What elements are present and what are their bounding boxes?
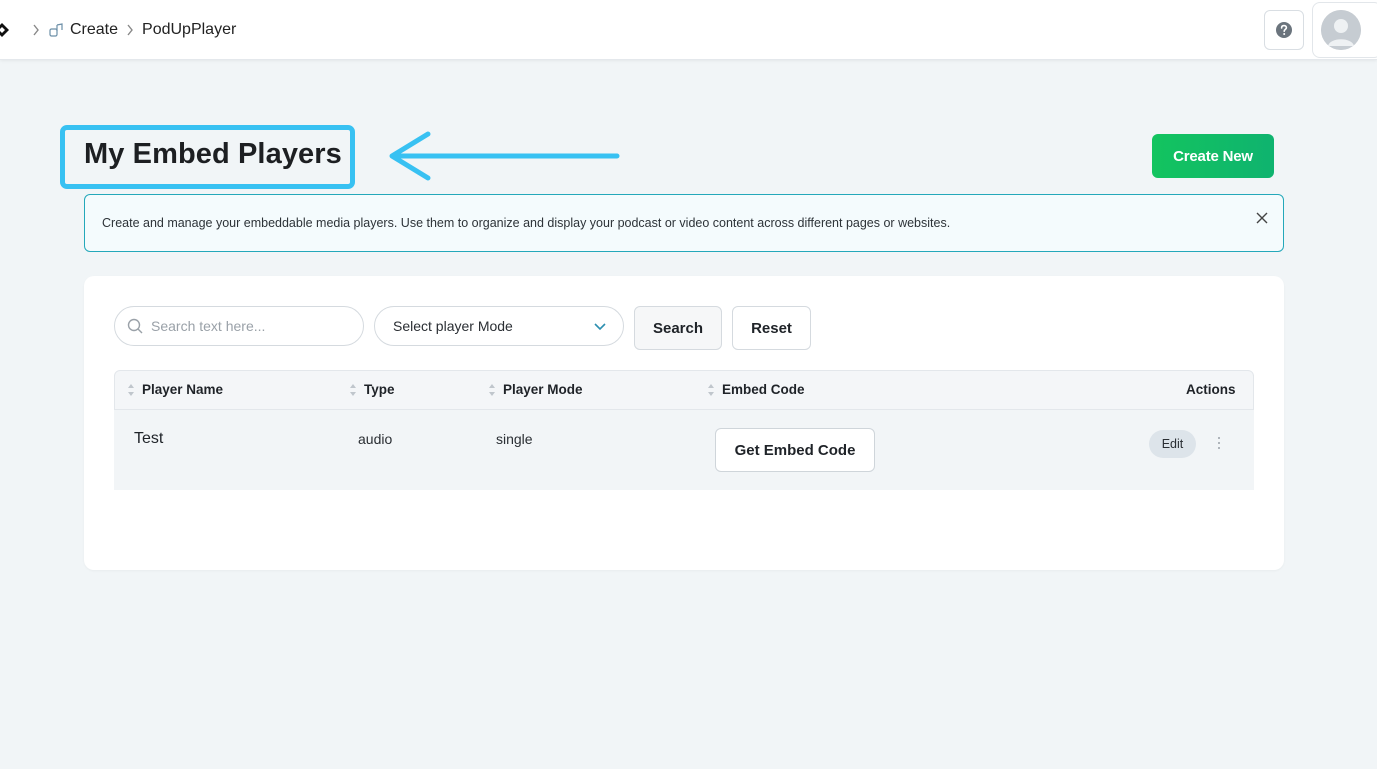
user-menu[interactable] bbox=[1312, 2, 1377, 58]
column-header-label: Player Name bbox=[142, 382, 224, 397]
user-avatar-icon[interactable] bbox=[1321, 10, 1361, 50]
sort-icon bbox=[708, 383, 714, 396]
column-header-type[interactable]: Type bbox=[349, 382, 395, 397]
search-button[interactable]: Search bbox=[634, 306, 722, 350]
edit-button[interactable]: Edit bbox=[1149, 430, 1196, 458]
column-header-player-name[interactable]: Player Name bbox=[127, 382, 223, 397]
sort-icon bbox=[350, 383, 356, 396]
close-icon[interactable] bbox=[1255, 211, 1269, 225]
chevron-right-icon bbox=[126, 24, 134, 36]
more-vertical-icon[interactable] bbox=[1214, 436, 1224, 450]
player-mode-select-value: Select player Mode bbox=[393, 318, 513, 334]
chevron-right-icon bbox=[32, 24, 40, 36]
search-field[interactable] bbox=[114, 306, 364, 346]
music-note-icon bbox=[48, 22, 64, 38]
sort-icon bbox=[128, 383, 134, 396]
column-header-actions: Actions bbox=[1186, 382, 1236, 397]
get-embed-code-button[interactable]: Get Embed Code bbox=[715, 428, 875, 472]
column-header-label: Embed Code bbox=[722, 382, 805, 397]
search-icon bbox=[127, 318, 143, 334]
table-row: Test audio single Get Embed Code Edit bbox=[114, 410, 1254, 490]
chevron-down-icon bbox=[594, 323, 606, 331]
breadcrumb-item-podupplayer: PodUpPlayer bbox=[142, 21, 237, 38]
column-header-label: Actions bbox=[1186, 382, 1236, 397]
table-header: Player Name Type Player Mode Embed Code … bbox=[114, 370, 1254, 410]
create-new-button[interactable]: Create New bbox=[1152, 134, 1274, 178]
breadcrumb-item-create[interactable]: Create bbox=[70, 21, 118, 39]
reset-button[interactable]: Reset bbox=[732, 306, 811, 350]
top-bar: Create PodUpPlayer bbox=[0, 0, 1377, 60]
question-circle-icon bbox=[1276, 22, 1292, 38]
info-banner: Create and manage your embeddable media … bbox=[84, 194, 1284, 252]
info-banner-text: Create and manage your embeddable media … bbox=[102, 216, 951, 230]
player-mode-select[interactable]: Select player Mode bbox=[374, 306, 624, 346]
page-title: My Embed Players bbox=[84, 138, 342, 170]
column-header-label: Player Mode bbox=[503, 382, 583, 397]
column-header-embed-code[interactable]: Embed Code bbox=[707, 382, 805, 397]
cell-player-name: Test bbox=[134, 430, 164, 447]
pointer-arrow-icon bbox=[389, 131, 620, 181]
column-header-player-mode[interactable]: Player Mode bbox=[488, 382, 583, 397]
sort-icon bbox=[489, 383, 495, 396]
search-input[interactable] bbox=[151, 318, 341, 334]
breadcrumb: Create PodUpPlayer bbox=[24, 18, 236, 42]
help-button[interactable] bbox=[1264, 10, 1304, 50]
logo-icon[interactable] bbox=[0, 22, 10, 38]
players-card: Select player Mode Search Reset Player N… bbox=[84, 276, 1284, 570]
cell-player-mode: single bbox=[496, 431, 533, 447]
column-header-label: Type bbox=[364, 382, 395, 397]
cell-type: audio bbox=[358, 431, 393, 447]
